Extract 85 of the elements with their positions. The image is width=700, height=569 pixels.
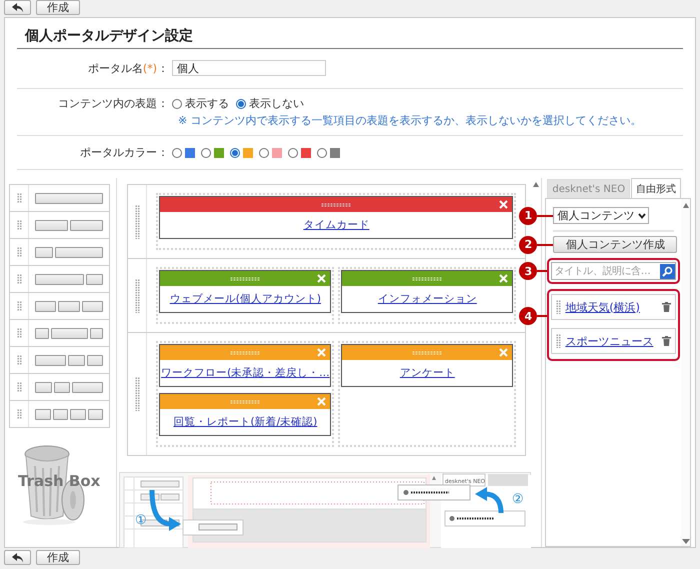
trash-icon[interactable] xyxy=(662,336,671,346)
create-content-button[interactable]: 個人コンテンツ作成 xyxy=(553,236,678,253)
content-item[interactable]: 地域天気(横浜) xyxy=(551,294,676,320)
tab[interactable]: 自由形式 xyxy=(631,178,682,198)
help-note: ※ コンテンツ内で表示する一覧項目の表題を表示するか、表示しないかを選択してください。 xyxy=(177,113,642,129)
radio-button[interactable] xyxy=(172,148,182,158)
page-title: 個人ポータルデザイン設定 xyxy=(17,18,683,49)
drag-handle-icon[interactable] xyxy=(230,350,260,354)
search-field[interactable]: タイトル、説明に含… xyxy=(551,262,676,280)
content-item[interactable]: スポーツニュース xyxy=(551,328,676,354)
label-colon: ： xyxy=(157,145,169,161)
back-arrow-icon xyxy=(12,2,24,12)
create-button[interactable]: 作成 xyxy=(36,0,80,15)
layout-template[interactable] xyxy=(10,320,110,347)
label-colon: ： xyxy=(157,96,169,112)
field-label: コンテンツ内の表題 xyxy=(57,96,157,112)
drag-handle-icon[interactable] xyxy=(134,204,140,238)
drag-handle-icon[interactable] xyxy=(412,276,442,280)
drag-handle-icon[interactable] xyxy=(230,400,260,404)
scroll-up-icon xyxy=(432,476,436,480)
radio-label[interactable]: 表示しない xyxy=(249,96,304,111)
step-number: ① xyxy=(135,513,148,528)
close-icon[interactable] xyxy=(499,274,508,283)
close-icon[interactable] xyxy=(317,348,326,357)
radio-button[interactable] xyxy=(172,98,182,108)
back-button[interactable] xyxy=(4,0,31,15)
radio-label[interactable]: 表示する xyxy=(185,96,229,111)
layout-template[interactable] xyxy=(10,293,110,320)
layout-template[interactable] xyxy=(10,212,110,239)
portal-name-field[interactable]: 個人 xyxy=(172,60,326,76)
drag-handle-icon[interactable] xyxy=(134,278,140,312)
drag-handle-icon[interactable] xyxy=(321,202,352,206)
leader-line xyxy=(537,214,554,216)
curved-arrow-icon xyxy=(150,490,182,531)
dragged-template-drawing xyxy=(182,520,244,536)
trash-label: Trash Box xyxy=(18,472,100,490)
portlet-link[interactable]: インフォメーション xyxy=(378,292,477,306)
portlet-link[interactable]: ワークフロー(未承認・差戻し・… xyxy=(161,366,330,380)
radio-button[interactable] xyxy=(236,98,246,108)
radio-button[interactable] xyxy=(317,148,327,158)
layout-template[interactable] xyxy=(10,185,110,212)
close-icon[interactable] xyxy=(317,274,326,283)
portlet-link[interactable]: アンケート xyxy=(400,366,455,380)
field-label: ポータルカラー xyxy=(79,145,157,161)
search-button[interactable] xyxy=(660,264,675,278)
drag-handle-icon[interactable] xyxy=(412,350,442,354)
close-icon[interactable] xyxy=(317,397,326,406)
drag-handle-icon[interactable] xyxy=(134,377,140,411)
label-colon: ： xyxy=(157,61,169,77)
field-label: ポータル名(*) xyxy=(86,61,157,77)
callout-number: 2 xyxy=(519,236,538,254)
radio-button[interactable] xyxy=(288,148,298,158)
leader-line xyxy=(537,244,554,246)
scroll-up-icon[interactable] xyxy=(682,203,688,208)
drag-handle-icon[interactable] xyxy=(556,334,562,348)
curved-arrow-icon xyxy=(475,487,504,514)
scroll-up-icon[interactable] xyxy=(533,182,540,187)
callout-number: 3 xyxy=(519,262,538,280)
content-dropdown[interactable]: 個人コンテンツ xyxy=(553,207,650,224)
callout-number: 4 xyxy=(519,307,538,325)
scroll-down-icon[interactable] xyxy=(682,539,690,544)
layout-template[interactable] xyxy=(10,266,110,293)
close-icon[interactable] xyxy=(499,348,508,357)
layout-template[interactable] xyxy=(10,401,110,428)
radio-button[interactable] xyxy=(201,148,211,158)
layout-template[interactable] xyxy=(10,347,110,374)
dropdown-value: 個人コンテンツ xyxy=(557,208,634,223)
layout-template[interactable] xyxy=(10,374,110,401)
content-link[interactable]: 地域天気(横浜) xyxy=(565,300,658,314)
radio-button[interactable] xyxy=(259,148,269,158)
portlet-link[interactable]: 回覧・レポート(新着/未確認) xyxy=(173,415,318,429)
close-icon[interactable] xyxy=(499,200,508,209)
drag-handle-icon[interactable] xyxy=(230,276,260,280)
portlet-link[interactable]: タイムカード xyxy=(303,218,370,232)
radio-button[interactable] xyxy=(230,148,240,158)
layout-template[interactable] xyxy=(10,239,110,266)
drag-handle-icon[interactable] xyxy=(556,300,562,314)
trash-icon[interactable] xyxy=(662,302,671,312)
step-number: ② xyxy=(512,492,524,507)
create-button[interactable]: 作成 xyxy=(36,550,80,565)
back-button[interactable] xyxy=(4,550,31,565)
callout-number: 1 xyxy=(519,206,538,224)
back-arrow-icon xyxy=(12,552,24,562)
chevron-down-icon xyxy=(638,212,646,218)
content-link[interactable]: スポーツニュース xyxy=(565,334,658,348)
